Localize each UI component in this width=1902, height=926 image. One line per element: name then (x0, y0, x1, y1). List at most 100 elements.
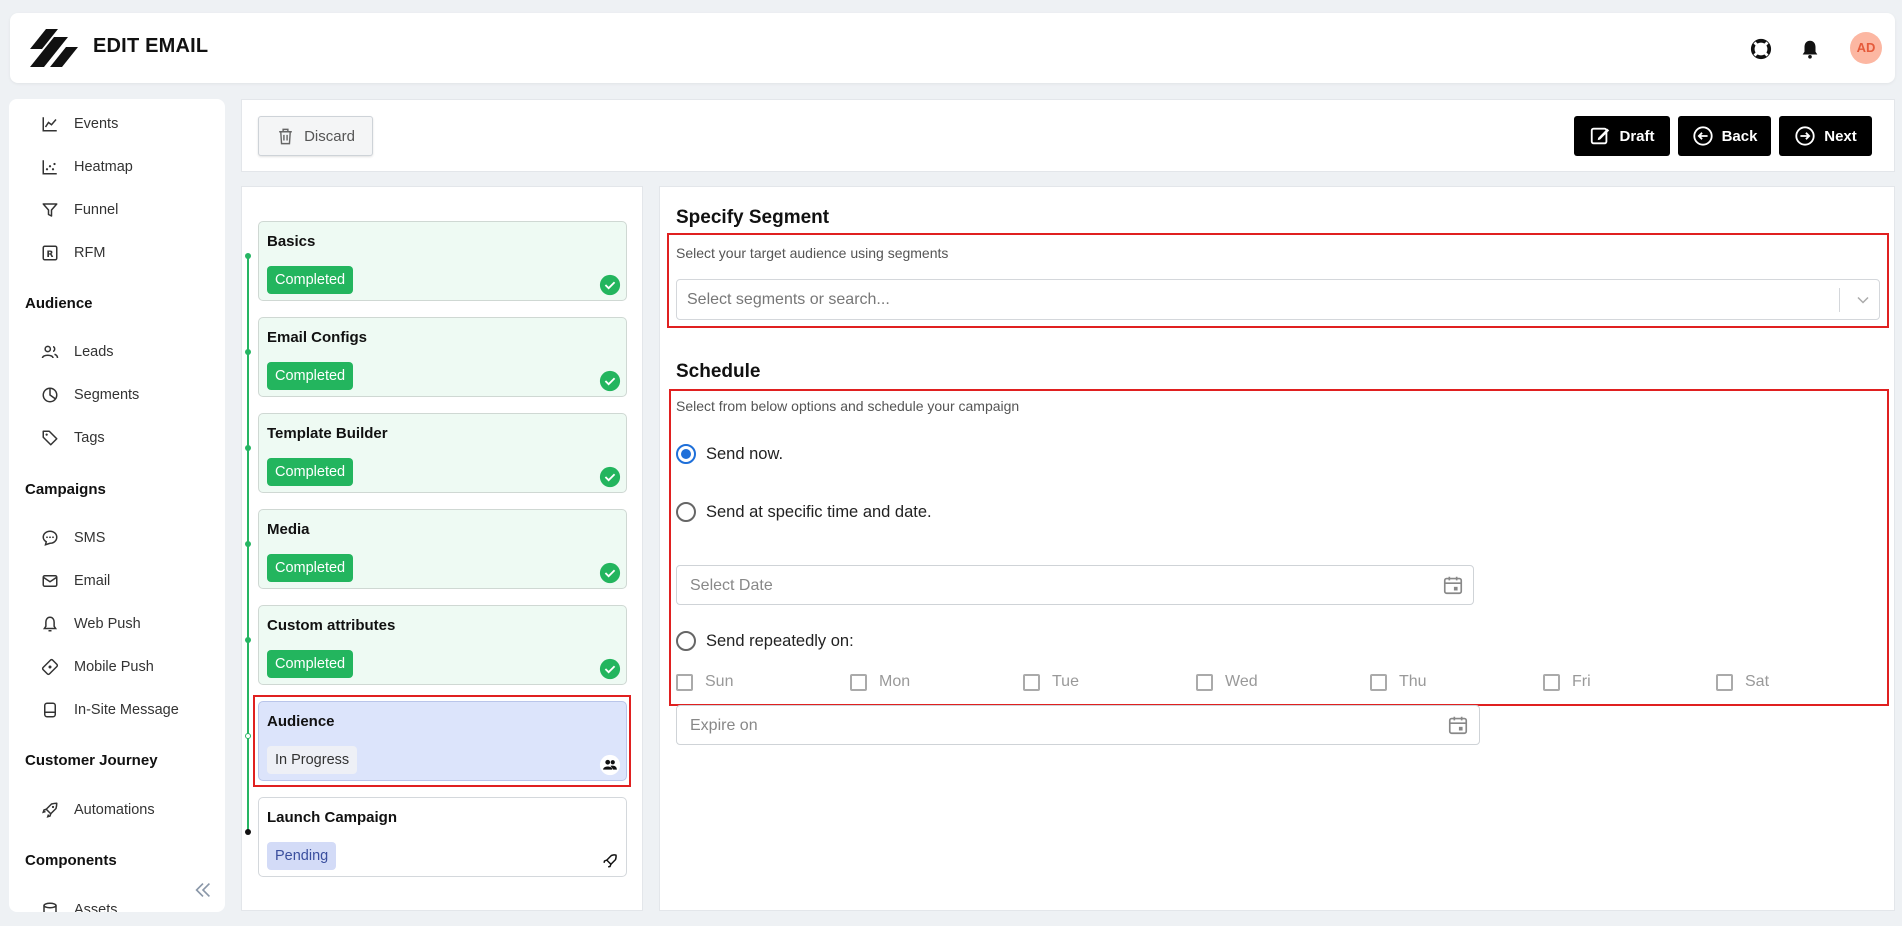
sidebar-item-leads[interactable]: Leads (9, 337, 225, 367)
step-launch-campaign[interactable]: Launch Campaign Pending (258, 797, 627, 877)
step-audience[interactable]: Audience In Progress (258, 701, 627, 781)
send-repeatedly-radio[interactable] (676, 631, 696, 651)
day-fri[interactable]: Fri (1543, 673, 1591, 691)
brand-logo-icon (30, 29, 78, 67)
day-sun[interactable]: Sun (676, 673, 733, 691)
sidebar-item-heatmap[interactable]: Heatmap (9, 152, 225, 182)
check-circle-icon (599, 466, 621, 488)
sidebar-item-web-push[interactable]: Web Push (9, 609, 225, 639)
trash-icon (279, 128, 292, 144)
sidebar-item-label: RFM (74, 245, 106, 261)
sidebar-item-email[interactable]: Email (9, 566, 225, 596)
next-button[interactable]: Next (1779, 116, 1872, 156)
day-mon[interactable]: Mon (850, 673, 910, 691)
step-title: Audience (267, 713, 335, 730)
sidebar-group-campaigns: Campaigns (25, 481, 106, 498)
day-checkbox[interactable] (1716, 673, 1733, 691)
day-wed[interactable]: Wed (1196, 673, 1258, 691)
back-label: Back (1721, 127, 1758, 145)
status-badge: Completed (267, 650, 354, 678)
rocket-circle-icon (599, 850, 621, 872)
back-button[interactable]: Back (1678, 116, 1771, 156)
step-title: Basics (267, 233, 316, 250)
check-circle-icon (599, 274, 621, 296)
status-badge: In Progress (267, 746, 358, 774)
step-template-builder[interactable]: Template Builder Completed (258, 413, 627, 493)
calendar-icon[interactable] (1442, 574, 1464, 596)
sidebar-item-funnel[interactable]: Funnel (9, 195, 225, 225)
sidebar-group-components: Components (25, 852, 117, 869)
rocket-icon (42, 802, 58, 818)
day-checkbox[interactable] (676, 673, 693, 691)
sidebar-item-label: In-Site Message (74, 702, 179, 718)
sidebar-item-segments[interactable]: Segments (9, 380, 225, 410)
mail-icon (42, 575, 58, 587)
sidebar-item-automations[interactable]: Automations (9, 795, 225, 825)
send-repeatedly-option[interactable]: Send repeatedly on: (676, 631, 854, 651)
help-lifebuoy-icon[interactable] (1750, 38, 1772, 60)
step-title: Custom attributes (267, 617, 396, 634)
expire-on-input[interactable]: Expire on (676, 705, 1480, 745)
draft-button[interactable]: Draft (1574, 116, 1670, 156)
expire-on-placeholder: Expire on (690, 717, 758, 734)
sidebar-item-label: SMS (74, 530, 106, 546)
collapse-sidebar-icon[interactable] (192, 879, 214, 901)
chevron-down-icon[interactable] (1853, 290, 1873, 310)
send-now-radio[interactable] (676, 444, 696, 464)
day-sat[interactable]: Sat (1716, 673, 1769, 691)
sidebar: Events Heatmap Funnel R RFM Audience Lea… (9, 99, 225, 912)
step-media[interactable]: Media Completed (258, 509, 627, 589)
sidebar-item-sms[interactable]: SMS (9, 523, 225, 553)
bell-outline-icon (42, 616, 58, 632)
page-title: EDIT EMAIL (93, 35, 209, 57)
sidebar-item-events[interactable]: Events (9, 109, 225, 139)
sidebar-item-tags[interactable]: Tags (9, 423, 225, 453)
day-checkbox[interactable] (1023, 673, 1040, 691)
send-specific-time-radio[interactable] (676, 502, 696, 522)
sidebar-item-label: Tags (74, 430, 105, 446)
database-icon (43, 902, 57, 912)
day-checkbox[interactable] (850, 673, 867, 691)
check-circle-icon (599, 370, 621, 392)
day-checkbox[interactable] (1543, 673, 1560, 691)
user-avatar[interactable]: AD (1850, 32, 1882, 64)
send-repeatedly-label: Send repeatedly on: (706, 631, 854, 650)
audience-form: Specify Segment Select your target audie… (659, 186, 1895, 911)
day-label: Tue (1052, 673, 1079, 690)
schedule-description: Select from below options and schedule y… (676, 398, 1020, 414)
sidebar-group-audience: Audience (25, 295, 93, 312)
sidebar-item-label: Automations (74, 802, 155, 818)
sidebar-item-label: Funnel (74, 202, 119, 218)
status-badge: Completed (267, 362, 354, 390)
step-basics[interactable]: Basics Completed (258, 221, 627, 301)
send-now-option[interactable]: Send now. (676, 444, 783, 464)
day-checkbox[interactable] (1196, 673, 1213, 691)
sidebar-item-rfm[interactable]: R RFM (9, 238, 225, 268)
day-label: Sun (705, 673, 734, 690)
step-title: Template Builder (267, 425, 388, 442)
step-dot (245, 733, 251, 739)
pie-chart-icon (42, 387, 58, 403)
step-dot (245, 445, 251, 451)
segment-select[interactable]: Select segments or search... (676, 279, 1880, 320)
send-specific-time-option[interactable]: Send at specific time and date. (676, 502, 932, 522)
select-date-input[interactable]: Select Date (676, 565, 1474, 605)
day-checkbox[interactable] (1370, 673, 1387, 691)
chat-bubble-icon (42, 530, 58, 546)
status-badge: Completed (267, 266, 354, 294)
sidebar-item-mobile-push[interactable]: Mobile Push (9, 652, 225, 682)
step-email-configs[interactable]: Email Configs Completed (258, 317, 627, 397)
arrow-right-circle-icon (1795, 126, 1815, 146)
rfm-icon: R (42, 245, 58, 261)
day-thu[interactable]: Thu (1370, 673, 1427, 691)
day-tue[interactable]: Tue (1023, 673, 1079, 691)
sidebar-item-in-site-message[interactable]: In-Site Message (9, 695, 225, 725)
calendar-icon[interactable] (1447, 714, 1469, 736)
discard-button[interactable]: Discard (258, 116, 373, 156)
line-chart-icon (42, 117, 57, 132)
step-custom-attributes[interactable]: Custom attributes Completed (258, 605, 627, 685)
status-badge: Completed (267, 458, 354, 486)
bell-icon[interactable] (1799, 38, 1821, 60)
day-label: Mon (879, 673, 911, 690)
sidebar-item-label: Assets (74, 902, 118, 912)
